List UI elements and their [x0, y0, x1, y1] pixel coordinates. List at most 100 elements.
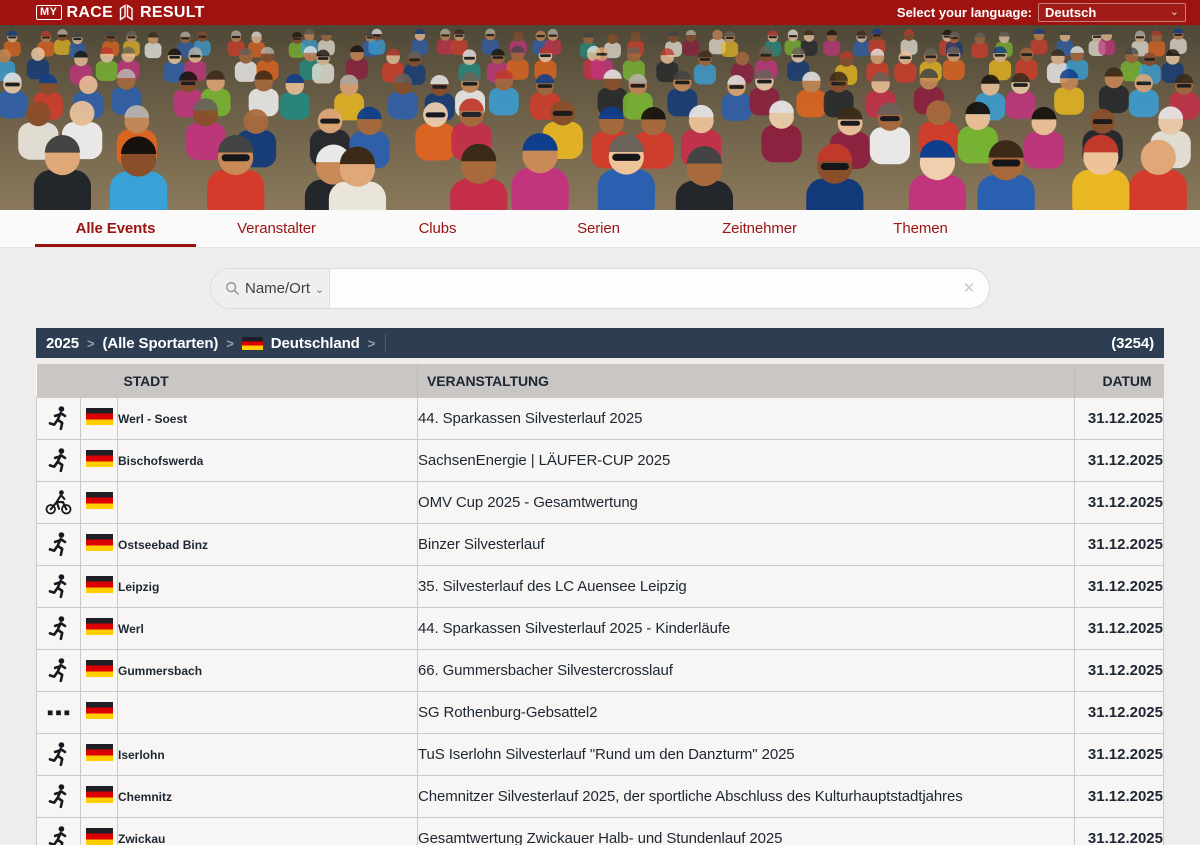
germany-flag-icon [242, 337, 263, 350]
event-name-cell: OMV Cup 2025 - Gesamtwertung [418, 482, 1075, 524]
event-name-cell: 66. Gummersbacher Silvestercrosslauf [418, 650, 1075, 692]
sport-column-header [37, 364, 81, 398]
filter-breadcrumb-bar: 2025 > (Alle Sportarten) > Deutschland >… [36, 328, 1164, 358]
date-cell: 31.12.2025 [1075, 440, 1164, 482]
germany-flag-icon [86, 534, 113, 551]
city-cell: Gummersbach [118, 650, 418, 692]
germany-flag-icon [86, 786, 113, 803]
tab-serien[interactable]: Serien [518, 210, 679, 247]
runner-icon [45, 825, 72, 845]
date-cell: 31.12.2025 [1075, 608, 1164, 650]
language-select[interactable]: Deutsch ⌄ [1038, 3, 1186, 22]
column-header-veranstaltung: VERANSTALTUNG [418, 364, 1075, 398]
date-cell: 31.12.2025 [1075, 566, 1164, 608]
clear-search-icon[interactable]: ✕ [949, 279, 989, 297]
event-name-cell: 35. Silvesterlauf des LC Auensee Leipzig [418, 566, 1075, 608]
date-cell: 31.12.2025 [1075, 818, 1164, 845]
event-row[interactable]: Bischofswerda SachsenEnergie | LÄUFER-CU… [37, 440, 1164, 482]
germany-flag-icon [86, 450, 113, 467]
breadcrumb-sport[interactable]: (Alle Sportarten) [102, 335, 218, 352]
date-cell: 31.12.2025 [1075, 734, 1164, 776]
column-header-datum: DATUM [1075, 364, 1164, 398]
date-cell: 31.12.2025 [1075, 398, 1164, 440]
page: MY RACE RESULT Select your language: Deu… [0, 0, 1200, 845]
date-cell: 31.12.2025 [1075, 524, 1164, 566]
language-label: Select your language: [897, 5, 1032, 20]
logo-my-badge: MY [36, 5, 62, 20]
runner-icon [45, 615, 72, 642]
breadcrumb-separator: > [368, 336, 376, 351]
logo-result-text: RESULT [140, 4, 205, 22]
logo-race-text: RACE [67, 4, 114, 22]
germany-flag-icon [86, 618, 113, 635]
city-cell: Iserlohn [118, 734, 418, 776]
search-input[interactable] [330, 269, 949, 308]
event-name-cell: SG Rothenburg-Gebsattel2 [418, 692, 1075, 734]
tab-themen[interactable]: Themen [840, 210, 1001, 247]
event-row[interactable]: Chemnitz Chemnitzer Silvesterlauf 2025, … [37, 776, 1164, 818]
runner-icon [45, 783, 72, 810]
event-row[interactable]: Werl 44. Sparkassen Silvesterlauf 2025 -… [37, 608, 1164, 650]
event-row[interactable]: Gummersbach 66. Gummersbacher Silvesterc… [37, 650, 1164, 692]
breadcrumb-country[interactable]: Deutschland [242, 335, 360, 352]
event-name-cell: SachsenEnergie | LÄUFER-CUP 2025 [418, 440, 1075, 482]
event-name-cell: Chemnitzer Silvesterlauf 2025, der sport… [418, 776, 1075, 818]
tab-clubs[interactable]: Clubs [357, 210, 518, 247]
event-name-cell: Binzer Silvesterlauf [418, 524, 1075, 566]
germany-flag-icon [86, 702, 113, 719]
chevron-down-icon: ⌄ [315, 283, 324, 296]
events-table-wrap: STADT VERANSTALTUNG DATUM Werl - Soest 4… [36, 364, 1164, 845]
language-value: Deutsch [1045, 5, 1096, 20]
breadcrumb-year[interactable]: 2025 [46, 335, 79, 352]
runner-icon [45, 657, 72, 684]
tab-zeitnehmer[interactable]: Zeitnehmer [679, 210, 840, 247]
event-row[interactable]: SG Rothenburg-Gebsattel2 31.12.2025 [37, 692, 1164, 734]
event-row[interactable]: Leipzig 35. Silvesterlauf des LC Auensee… [37, 566, 1164, 608]
breadcrumb-separator: > [226, 336, 234, 351]
chevron-down-icon: ⌄ [1170, 7, 1179, 18]
breadcrumb-separator: > [87, 336, 95, 351]
germany-flag-icon [86, 492, 113, 509]
tab-veranstalter[interactable]: Veranstalter [196, 210, 357, 247]
event-count-badge: (3254) [1111, 335, 1154, 352]
event-row[interactable]: Iserlohn TuS Iserlohn Silvesterlauf "Run… [37, 734, 1164, 776]
runner-icon [45, 741, 72, 768]
breadcrumb-country-label: Deutschland [271, 335, 360, 352]
search-category-label: Name/Ort [245, 280, 310, 297]
raceresult-mark-icon [119, 4, 134, 21]
cyclist-icon [45, 489, 72, 516]
event-name-cell: 44. Sparkassen Silvesterlauf 2025 - Kind… [418, 608, 1075, 650]
date-cell: 31.12.2025 [1075, 482, 1164, 524]
search-section: Name/Ort ⌄ ✕ [0, 248, 1200, 328]
event-row[interactable]: Ostseebad Binz Binzer Silvesterlauf 31.1… [37, 524, 1164, 566]
event-name-cell: TuS Iserlohn Silvesterlauf "Rund um den … [418, 734, 1075, 776]
date-cell: 31.12.2025 [1075, 776, 1164, 818]
search-bar: Name/Ort ⌄ ✕ [210, 268, 990, 309]
city-cell: Werl [118, 608, 418, 650]
breadcrumb-divider [385, 334, 386, 352]
date-cell: 31.12.2025 [1075, 650, 1164, 692]
runner-icon [45, 405, 72, 432]
runner-icon [45, 447, 72, 474]
city-cell: Ostseebad Binz [118, 524, 418, 566]
my-raceresult-logo[interactable]: MY RACE RESULT [36, 4, 205, 22]
city-cell [118, 482, 418, 524]
country-column-header [81, 364, 118, 398]
germany-flag-icon [86, 744, 113, 761]
city-cell: Chemnitz [118, 776, 418, 818]
runner-icon [45, 573, 72, 600]
hero-image [0, 25, 1200, 210]
city-cell [118, 692, 418, 734]
city-cell: Werl - Soest [118, 398, 418, 440]
event-row[interactable]: Zwickau Gesamtwertung Zwickauer Halb- un… [37, 818, 1164, 845]
event-row[interactable]: Werl - Soest 44. Sparkassen Silvesterlau… [37, 398, 1164, 440]
germany-flag-icon [86, 576, 113, 593]
search-category-dropdown[interactable]: Name/Ort ⌄ [211, 269, 330, 308]
event-row[interactable]: OMV Cup 2025 - Gesamtwertung 31.12.2025 [37, 482, 1164, 524]
tab-alle-events[interactable]: Alle Events [35, 210, 196, 247]
city-cell: Zwickau [118, 818, 418, 845]
germany-flag-icon [86, 828, 113, 845]
germany-flag-icon [86, 660, 113, 677]
tab-bar: Alle EventsVeranstalterClubsSerienZeitne… [0, 210, 1200, 248]
search-icon [225, 281, 240, 296]
